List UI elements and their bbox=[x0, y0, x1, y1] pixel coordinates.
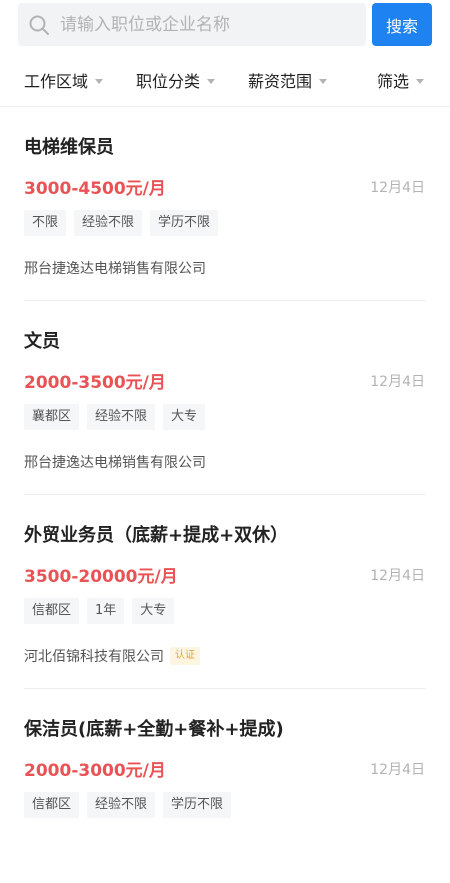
filter-label: 职位分类 bbox=[136, 72, 201, 91]
job-tag: 大专 bbox=[132, 598, 175, 624]
job-title: 电梯维保员 bbox=[24, 137, 114, 158]
job-tag: 经验不限 bbox=[87, 792, 156, 818]
job-tags: 不限 经验不限 学历不限 bbox=[24, 210, 226, 236]
search-input[interactable] bbox=[58, 13, 352, 36]
job-title: 外贸业务员（底薪+提成+双休） bbox=[24, 525, 289, 546]
filter-label: 工作区域 bbox=[24, 72, 89, 91]
job-title: 文员 bbox=[24, 331, 60, 352]
filter-more[interactable]: 筛选 bbox=[377, 68, 425, 92]
job-card[interactable]: 文员 2000-3500元/月 12月4日 襄都区 经验不限 大专 邢台捷逸达电… bbox=[0, 301, 450, 495]
filter-work-area[interactable]: 工作区域 bbox=[24, 68, 104, 92]
filter-job-category[interactable]: 职位分类 bbox=[136, 68, 216, 92]
job-salary: 3000-4500元/月 bbox=[24, 179, 166, 199]
job-title: 保洁员(底薪+全勤+餐补+提成) bbox=[24, 719, 284, 740]
caret-down-icon bbox=[319, 79, 328, 84]
filter-bar: 工作区域 职位分类 薪资范围 筛选 bbox=[0, 52, 450, 107]
search-icon bbox=[29, 15, 49, 35]
search-bar: 搜索 bbox=[0, 0, 450, 52]
filter-label: 薪资范围 bbox=[248, 72, 313, 91]
job-tag: 襄都区 bbox=[24, 404, 80, 430]
company-name: 邢台捷逸达电梯销售有限公司 bbox=[24, 452, 206, 472]
job-list: 电梯维保员 3000-4500元/月 12月4日 不限 经验不限 学历不限 邢台… bbox=[0, 107, 450, 883]
company-label: 河北佰锦科技有限公司 bbox=[24, 649, 164, 665]
job-tag: 学历不限 bbox=[163, 792, 232, 818]
job-date: 12月4日 bbox=[370, 762, 425, 778]
job-tag: 大专 bbox=[163, 404, 206, 430]
company-label: 邢台捷逸达电梯销售有限公司 bbox=[24, 261, 206, 277]
job-tag: 1年 bbox=[87, 598, 125, 624]
job-tags: 信都区 经验不限 学历不限 bbox=[24, 792, 239, 818]
job-date: 12月4日 bbox=[370, 180, 425, 196]
job-card[interactable]: 外贸业务员（底薪+提成+双休） 3500-20000元/月 12月4日 信都区 … bbox=[0, 495, 450, 689]
company-name: 河北佰锦科技有限公司 认证 bbox=[24, 646, 200, 666]
search-box[interactable] bbox=[18, 3, 366, 46]
caret-down-icon bbox=[416, 79, 425, 84]
company-name: 邢台捷逸达电梯销售有限公司 bbox=[24, 258, 206, 278]
job-card[interactable]: 电梯维保员 3000-4500元/月 12月4日 不限 经验不限 学历不限 邢台… bbox=[0, 107, 450, 301]
job-salary: 3500-20000元/月 bbox=[24, 567, 178, 587]
job-tag: 不限 bbox=[24, 210, 67, 236]
job-date: 12月4日 bbox=[370, 568, 425, 584]
company-label: 邢台捷逸达电梯销售有限公司 bbox=[24, 455, 206, 471]
filter-salary-range[interactable]: 薪资范围 bbox=[248, 68, 328, 92]
job-tag: 学历不限 bbox=[150, 210, 219, 236]
caret-down-icon bbox=[207, 79, 216, 84]
job-card[interactable]: 保洁员(底薪+全勤+餐补+提成) 2000-3000元/月 12月4日 信都区 … bbox=[0, 689, 450, 883]
job-tag: 经验不限 bbox=[87, 404, 156, 430]
job-tags: 襄都区 经验不限 大专 bbox=[24, 404, 213, 430]
job-tag: 信都区 bbox=[24, 598, 80, 624]
job-tags: 信都区 1年 大专 bbox=[24, 598, 182, 624]
verified-badge: 认证 bbox=[170, 647, 200, 665]
job-salary: 2000-3500元/月 bbox=[24, 373, 166, 393]
job-tag: 信都区 bbox=[24, 792, 80, 818]
caret-down-icon bbox=[95, 79, 104, 84]
filter-label: 筛选 bbox=[377, 72, 410, 91]
job-date: 12月4日 bbox=[370, 374, 425, 390]
job-salary: 2000-3000元/月 bbox=[24, 761, 166, 781]
search-button[interactable]: 搜索 bbox=[372, 3, 432, 46]
job-tag: 经验不限 bbox=[74, 210, 143, 236]
